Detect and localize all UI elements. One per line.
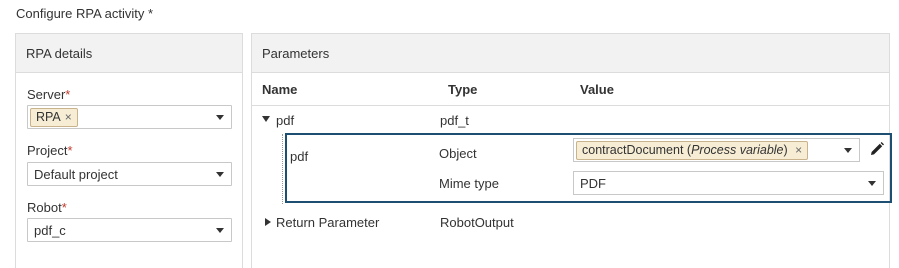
object-tag-remove-icon[interactable]: ×: [795, 143, 802, 157]
pdf-object-name: pdf: [290, 149, 309, 164]
robot-label: Robot*: [27, 200, 67, 215]
pdf-object-highlight: pdf Object Mime type contractDocument (P…: [285, 133, 892, 203]
robot-required-mark: *: [61, 200, 67, 215]
project-select-value: Default project: [34, 167, 118, 182]
robot-select-value: pdf_c: [34, 223, 66, 238]
column-header-type: Type: [448, 82, 478, 97]
parameters-header: Parameters: [252, 34, 889, 73]
project-required-mark: *: [67, 143, 73, 158]
robot-label-text: Robot: [27, 200, 62, 215]
object-value-tag: contractDocument (Process variable) ×: [576, 141, 809, 160]
server-tag: RPA ×: [30, 108, 78, 127]
tree-guide-line: [282, 134, 283, 204]
server-tag-label: RPA: [36, 110, 61, 124]
triangle-right-icon[interactable]: [265, 218, 271, 226]
object-tag-close-paren: ): [783, 143, 788, 157]
param-row-return-type: RobotOutput: [440, 215, 514, 230]
caret-down-icon[interactable]: [216, 115, 224, 120]
header-divider: [252, 105, 889, 106]
rpa-details-panel: RPA details Server* RPA × Project* Defaul…: [15, 33, 243, 268]
param-row-return-name: Return Parameter: [276, 215, 380, 230]
server-label: Server*: [27, 87, 70, 102]
server-required-mark: *: [65, 87, 71, 102]
robot-select[interactable]: pdf_c: [27, 218, 232, 242]
object-label: Object: [439, 146, 477, 161]
param-row-pdf-type: pdf_t: [440, 113, 469, 128]
triangle-down-icon[interactable]: [262, 116, 270, 122]
pencil-icon[interactable]: [869, 141, 885, 157]
column-header-name: Name: [262, 82, 298, 97]
caret-down-icon[interactable]: [844, 148, 852, 153]
project-label: Project*: [27, 143, 73, 158]
page-title: Configure RPA activity *: [16, 6, 153, 21]
column-header-value: Value: [580, 82, 614, 97]
mime-type-label: Mime type: [439, 176, 499, 191]
project-select[interactable]: Default project: [27, 162, 232, 186]
mime-type-value: PDF: [580, 176, 606, 191]
param-row-pdf-name: pdf: [276, 113, 295, 128]
server-label-text: Server: [27, 87, 66, 102]
server-select[interactable]: RPA ×: [27, 105, 232, 129]
caret-down-icon[interactable]: [216, 172, 224, 177]
required-mark: *: [148, 6, 154, 21]
caret-down-icon[interactable]: [216, 228, 224, 233]
object-tag-variable-name: contractDocument: [582, 143, 684, 157]
object-value-select[interactable]: contractDocument (Process variable) ×: [573, 138, 860, 162]
rpa-details-header: RPA details: [16, 34, 242, 73]
caret-down-icon[interactable]: [868, 181, 876, 186]
server-tag-remove-icon[interactable]: ×: [65, 110, 72, 124]
mime-type-select[interactable]: PDF: [573, 171, 884, 195]
object-tag-variable-kind: Process variable: [691, 143, 784, 157]
page-title-text: Configure RPA activity: [16, 6, 145, 21]
project-label-text: Project: [27, 143, 68, 158]
